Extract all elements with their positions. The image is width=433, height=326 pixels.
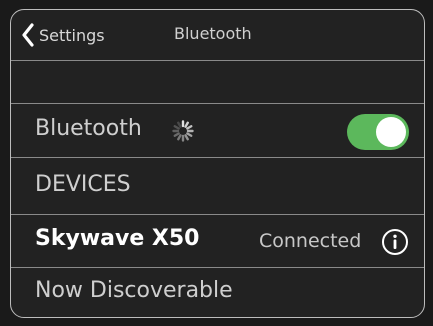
spacer-row (11, 61, 424, 104)
bluetooth-toggle-row: Bluetooth (11, 104, 424, 158)
back-button-label: Settings (39, 25, 105, 45)
bluetooth-label: Bluetooth (35, 116, 142, 141)
chevron-left-icon (21, 23, 35, 47)
devices-section-header: DEVICES (11, 158, 424, 215)
toggle-knob (376, 117, 406, 147)
discoverable-status-row: Now Discoverable (11, 268, 424, 317)
discoverable-label: Now Discoverable (35, 278, 233, 303)
devices-header-label: DEVICES (35, 172, 131, 197)
info-icon[interactable] (381, 228, 409, 256)
loading-spinner-icon (171, 119, 195, 143)
device-status: Connected (259, 230, 362, 252)
back-button[interactable]: Settings (21, 22, 105, 48)
device-row-skywave-x50[interactable]: Skywave X50 Connected (11, 215, 424, 268)
bluetooth-settings-panel: Settings Bluetooth Bluetooth DEVICES Sky… (10, 9, 425, 318)
navigation-bar: Settings Bluetooth (11, 10, 424, 61)
page-title: Bluetooth (174, 24, 252, 43)
device-name: Skywave X50 (35, 226, 200, 251)
bluetooth-toggle[interactable] (347, 114, 409, 150)
